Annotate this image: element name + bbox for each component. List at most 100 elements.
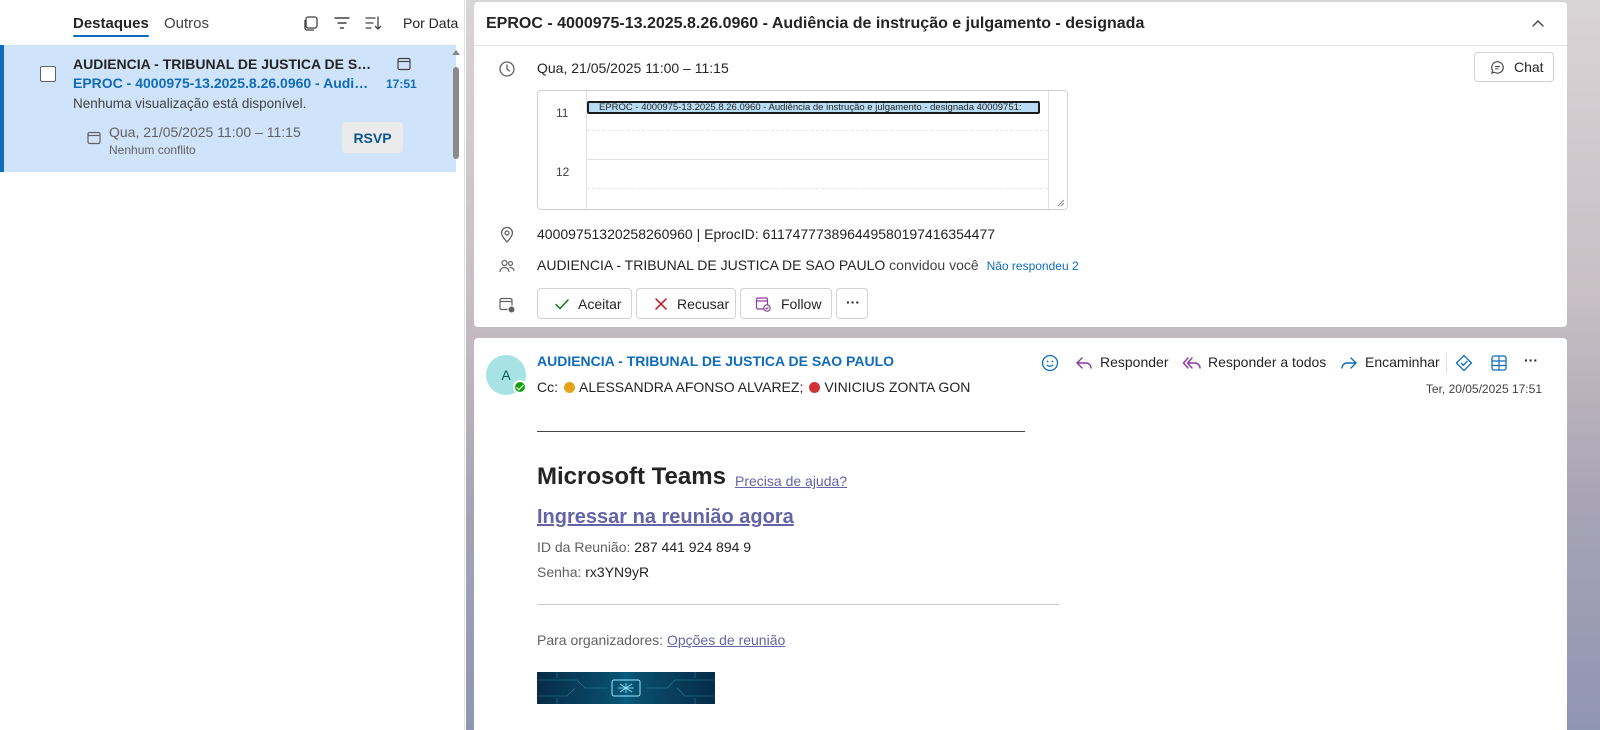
checkbox-icon[interactable] xyxy=(40,66,56,82)
grid-line xyxy=(587,188,1048,189)
decline-button[interactable]: Recusar xyxy=(636,288,736,319)
accept-button[interactable]: Aceitar xyxy=(537,288,632,319)
message-card: A AUDIENCIA - TRIBUNAL DE JUSTICA DE SAO… xyxy=(474,338,1567,730)
hour-label: 12 xyxy=(556,165,570,179)
resize-grip-icon[interactable] xyxy=(1057,199,1065,207)
more-icon: ··· xyxy=(846,294,860,310)
list-item-time: 17:51 xyxy=(386,77,417,91)
list-item-event-date: Qua, 21/05/2025 11:00 – 11:15 xyxy=(109,124,301,140)
event-datetime: Qua, 21/05/2025 11:00 – 11:15 xyxy=(537,60,729,76)
close-icon xyxy=(655,298,667,310)
list-item-subject: EPROC - 4000975-13.2025.8.26.0960 - Audi… xyxy=(73,75,370,91)
checkmark-icon xyxy=(555,299,569,310)
organizer-name: AUDIENCIA - TRIBUNAL DE JUSTICA DE SAO P… xyxy=(537,257,886,273)
more-icon: ··· xyxy=(1524,352,1538,368)
presence-busy-icon xyxy=(809,382,821,393)
follow-button-label: Follow xyxy=(781,296,822,312)
chat-button-label: Chat xyxy=(1514,59,1544,75)
calendar-status-icon xyxy=(499,297,516,314)
meeting-options-link[interactable]: Opções de reunião xyxy=(667,632,785,648)
divider xyxy=(474,45,1567,46)
teams-title: Microsoft Teams xyxy=(537,463,726,490)
meeting-password-line: Senha: rx3YN9yR xyxy=(537,564,649,580)
people-icon xyxy=(499,259,515,273)
more-actions-button[interactable]: ··· xyxy=(836,288,868,319)
event-details-card: EPROC - 4000975-13.2025.8.26.0960 - Audi… xyxy=(474,2,1567,327)
message-sender[interactable]: AUDIENCIA - TRIBUNAL DE JUSTICA DE SAO P… xyxy=(537,353,894,369)
view-options-button[interactable] xyxy=(1489,352,1509,372)
mini-calendar-preview[interactable]: 11 12 EPROC - 4000975-13.2025.8.26.0960 … xyxy=(537,90,1068,210)
help-link[interactable]: Precisa de ajuda? xyxy=(735,473,847,489)
calendar-icon xyxy=(87,131,101,145)
forward-icon xyxy=(1341,357,1357,369)
chat-button[interactable]: Chat xyxy=(1474,52,1554,82)
divider xyxy=(537,604,1059,605)
decline-button-label: Recusar xyxy=(677,296,730,312)
forward-label: Encaminhar xyxy=(1365,354,1440,370)
event-organizer: AUDIENCIA - TRIBUNAL DE JUSTICA DE SAO P… xyxy=(537,257,1079,273)
filter-icon[interactable] xyxy=(333,14,351,32)
meeting-banner-image xyxy=(537,672,715,704)
follow-button[interactable]: Follow xyxy=(740,288,832,319)
list-item-sender: AUDIENCIA - TRIBUNAL DE JUSTICA DE SAO .… xyxy=(73,56,378,72)
list-item-preview: Nenhuma visualização está disponível. xyxy=(73,96,307,111)
cc-label: Cc: xyxy=(537,379,558,395)
location-icon xyxy=(500,226,514,243)
list-item-conflict-status: Nenhum conflito xyxy=(109,143,196,157)
event-title: EPROC - 4000975-13.2025.8.26.0960 - Audi… xyxy=(486,15,1145,32)
organizers-label: Para organizadores: xyxy=(537,632,664,648)
calendar-event-block[interactable]: EPROC - 4000975-13.2025.8.26.0960 - Audi… xyxy=(587,101,1040,114)
list-tabs: Destaques Outros Por Data xyxy=(0,0,465,46)
cc-recipient[interactable]: VINICIUS ZONTA GON xyxy=(824,379,970,395)
list-scrollbar[interactable] xyxy=(449,46,463,730)
reply-button[interactable]: Responder xyxy=(1074,352,1174,372)
immersive-reader-icon xyxy=(1455,354,1473,372)
grid-line xyxy=(587,159,1048,160)
rsvp-button[interactable]: RSVP xyxy=(342,122,403,153)
emoji-icon xyxy=(1041,354,1059,372)
calendar-grid: EPROC - 4000975-13.2025.8.26.0960 - Audi… xyxy=(586,91,1049,209)
meeting-password: rx3YN9yR xyxy=(585,564,650,580)
message-list-pane: Destaques Outros Por Data AUDIENCIA - TR… xyxy=(0,0,465,730)
tab-other[interactable]: Outros xyxy=(164,15,209,32)
event-location: 40009751320258260960 | EprocID: 61174777… xyxy=(537,226,996,242)
accept-button-label: Aceitar xyxy=(578,296,622,312)
reply-label: Responder xyxy=(1100,354,1169,370)
emoji-reaction-button[interactable] xyxy=(1040,352,1060,372)
hour-label: 11 xyxy=(556,106,569,120)
chat-icon xyxy=(1491,61,1504,75)
join-meeting-link[interactable]: Ingressar na reunião agora xyxy=(537,506,794,529)
toolbar-divider xyxy=(1446,353,1447,373)
reply-all-label: Responder a todos xyxy=(1208,354,1327,370)
circuit-banner-graphic xyxy=(537,672,715,704)
follow-icon xyxy=(755,297,771,312)
presence-available-icon xyxy=(513,380,527,394)
sort-icon[interactable] xyxy=(364,14,382,32)
reply-all-button[interactable]: Responder a todos xyxy=(1182,352,1330,372)
tab-focused[interactable]: Destaques xyxy=(73,15,149,37)
immersive-reader-button[interactable] xyxy=(1454,352,1474,372)
chevron-up-icon[interactable] xyxy=(1530,16,1546,30)
calendar-icon xyxy=(397,57,411,71)
message-cc-line: Cc: ALESSANDRA AFONSO ALVAREZ; VINICIUS ZO… xyxy=(537,379,970,395)
select-mode-icon[interactable] xyxy=(302,14,320,32)
meeting-id-line: ID da Reunião: 287 441 924 894 9 xyxy=(537,539,751,555)
sort-by-date-button[interactable]: Por Data xyxy=(403,15,458,31)
scroll-up-arrow-icon[interactable] xyxy=(452,50,460,55)
forward-button[interactable]: Encaminhar xyxy=(1339,352,1449,372)
grid-line xyxy=(587,130,1048,131)
meeting-id: 287 441 924 894 9 xyxy=(634,539,752,555)
scroll-thumb[interactable] xyxy=(453,67,459,159)
list-item-selected-meeting[interactable]: AUDIENCIA - TRIBUNAL DE JUSTICA DE SAO .… xyxy=(0,45,456,172)
divider xyxy=(537,431,1025,432)
cc-recipient[interactable]: ALESSANDRA AFONSO ALVAREZ; xyxy=(579,379,803,395)
meeting-id-label: ID da Reunião: xyxy=(537,539,631,555)
password-label: Senha: xyxy=(537,564,582,580)
invited-text: convidou você xyxy=(889,257,979,273)
reply-all-icon xyxy=(1182,357,1201,369)
message-date: Ter, 20/05/2025 17:51 xyxy=(1425,382,1542,396)
message-more-button[interactable]: ··· xyxy=(1522,352,1542,372)
reply-icon xyxy=(1076,357,1092,369)
no-response-link[interactable]: Não respondeu 2 xyxy=(987,259,1079,273)
presence-away-icon xyxy=(564,382,575,393)
